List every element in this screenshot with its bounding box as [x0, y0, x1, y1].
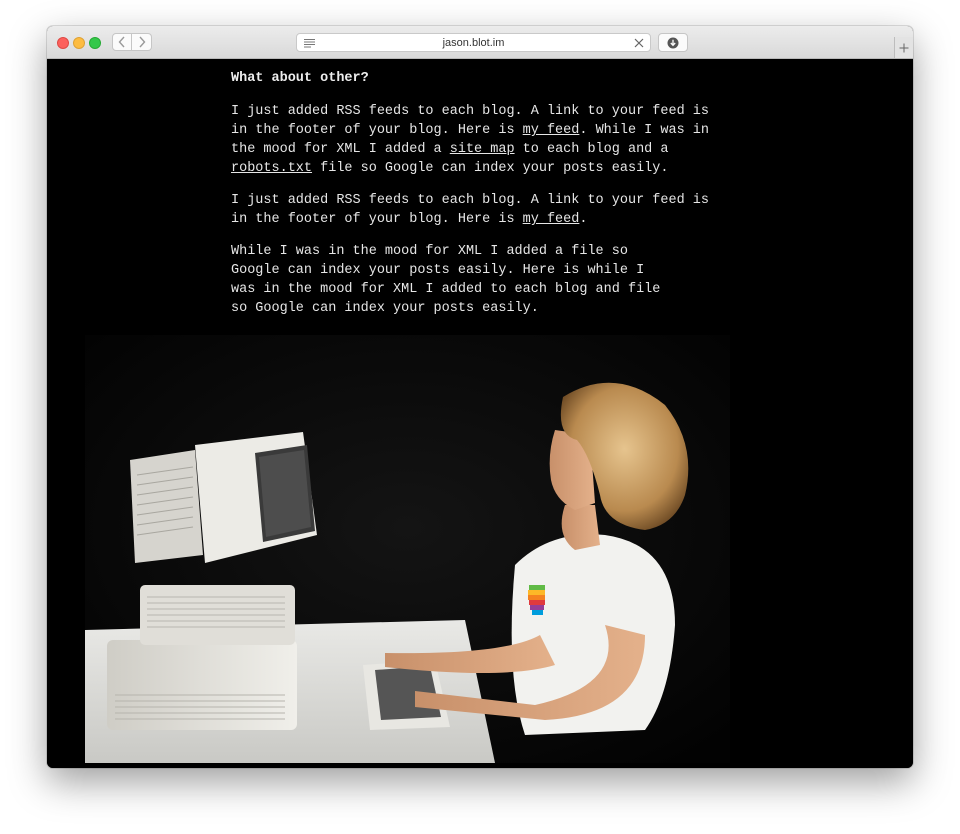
forward-button[interactable] [132, 33, 152, 51]
browser-toolbar: jason.blot.im [47, 26, 913, 59]
paragraph: I just added RSS feeds to each blog. A l… [231, 102, 731, 178]
blockquote: While I was in the mood for XML I added … [231, 244, 661, 316]
back-button[interactable] [112, 33, 132, 51]
my-feed-link[interactable]: my feed [523, 212, 580, 227]
url-text: jason.blot.im [442, 37, 505, 49]
paragraph-text: . [579, 212, 588, 227]
post-image [85, 335, 730, 763]
zoom-window-button[interactable] [89, 37, 101, 49]
download-icon [667, 37, 679, 48]
my-feed-link[interactable]: my feed [523, 123, 580, 138]
paragraph: I just added RSS feeds to each blog. A l… [231, 191, 731, 229]
page-content: What about other? I just added RSS feeds… [47, 59, 913, 768]
plus-icon [899, 43, 909, 52]
address-bar[interactable]: jason.blot.im [296, 33, 651, 52]
chevron-left-icon [118, 36, 125, 48]
post-heading: What about other? [231, 71, 369, 86]
apple-lisa-photo [85, 335, 730, 763]
downloads-button[interactable] [658, 33, 688, 52]
paragraph-text: I just added RSS feeds to each blog. A l… [231, 193, 709, 227]
blog-post: What about other? I just added RSS feeds… [231, 69, 731, 331]
minimize-window-button[interactable] [73, 37, 85, 49]
robots-txt-link[interactable]: robots.txt [231, 161, 312, 176]
browser-window: jason.blot.im What about other? I just a… [47, 26, 913, 768]
close-window-button[interactable] [57, 37, 69, 49]
close-icon[interactable] [634, 38, 644, 48]
site-map-link[interactable]: site map [450, 142, 515, 157]
paragraph-text: to each blog and a [514, 142, 669, 157]
paragraph-text: file so Google can index your posts easi… [312, 161, 669, 176]
chevron-right-icon [138, 36, 145, 48]
new-tab-button[interactable] [894, 37, 913, 58]
